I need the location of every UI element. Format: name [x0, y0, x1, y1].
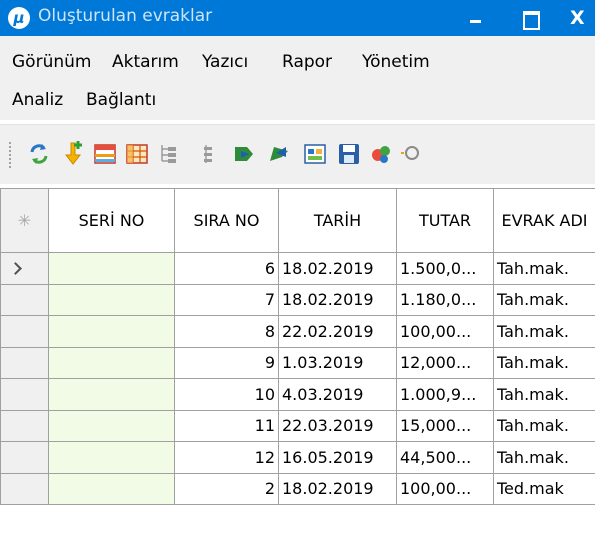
cell-sira-no[interactable]: 7 — [174, 283, 279, 316]
column-header-evrak-adi[interactable]: EVRAK ADI — [493, 188, 595, 253]
cell-seri-no[interactable] — [48, 315, 175, 348]
refresh-icon[interactable] — [26, 141, 52, 167]
cell-sira-no[interactable]: 12 — [174, 441, 279, 474]
column-header-tutar[interactable]: TUTAR — [396, 188, 494, 253]
menu-bar: Görünüm Aktarım Yazıcı Rapor Yönetim Ana… — [0, 36, 595, 120]
table-row[interactable]: 9 1.03.2019 12,000... Tah.mak. — [0, 346, 595, 379]
cell-evrak-adi[interactable]: Tah.mak. — [493, 315, 595, 348]
cell-tarih[interactable]: 1.03.2019 — [278, 346, 397, 379]
cell-tarih[interactable]: 22.02.2019 — [278, 315, 397, 348]
report-icon[interactable] — [302, 141, 328, 167]
cell-tarih[interactable]: 18.02.2019 — [278, 472, 397, 505]
row-selector-current[interactable] — [0, 252, 49, 285]
cell-tutar[interactable]: 1.180,0... — [396, 283, 494, 316]
cell-tarih[interactable]: 22.03.2019 — [278, 409, 397, 442]
row-selector[interactable] — [0, 283, 49, 316]
table-header-row: ✳ SERİ NO SIRA NO TARİH TUTAR EVRAK ADI — [0, 188, 595, 253]
cell-seri-no[interactable] — [48, 346, 175, 379]
cell-tutar[interactable]: 1.500,0... — [396, 252, 494, 285]
search-icon[interactable] — [398, 141, 424, 167]
row-selector[interactable] — [0, 378, 49, 411]
grid-view-icon[interactable] — [124, 141, 150, 167]
cell-seri-no[interactable] — [48, 409, 175, 442]
cell-seri-no[interactable] — [48, 252, 175, 285]
cell-evrak-adi[interactable]: Tah.mak. — [493, 441, 595, 474]
row-selector[interactable] — [0, 315, 49, 348]
cell-tutar[interactable]: 100,00... — [396, 472, 494, 505]
toolbar — [0, 124, 595, 184]
cell-tutar[interactable]: 44,500... — [396, 441, 494, 474]
tree-collapse-icon[interactable] — [196, 141, 222, 167]
row-selector[interactable] — [0, 472, 49, 505]
table-view-icon[interactable] — [92, 141, 118, 167]
settings-icon[interactable] — [368, 141, 394, 167]
cell-tutar[interactable]: 15,000... — [396, 409, 494, 442]
menu-yazici[interactable]: Yazıcı — [202, 47, 248, 77]
cell-seri-no[interactable] — [48, 441, 175, 474]
add-record-icon[interactable] — [60, 141, 86, 167]
menu-aktarim[interactable]: Aktarım — [112, 47, 179, 77]
minimize-button[interactable] — [458, 0, 494, 36]
table-row[interactable]: 12 16.05.2019 44,500... Tah.mak. — [0, 441, 595, 474]
toolbar-grip-icon[interactable] — [8, 141, 12, 169]
row-selector[interactable] — [0, 409, 49, 442]
menu-analiz[interactable]: Analiz — [12, 85, 63, 115]
tree-expand-icon[interactable] — [156, 141, 182, 167]
cell-sira-no[interactable]: 10 — [174, 378, 279, 411]
column-header-seri-no[interactable]: SERİ NO — [48, 188, 175, 253]
cell-tarih[interactable]: 4.03.2019 — [278, 378, 397, 411]
cell-evrak-adi[interactable]: Tah.mak. — [493, 378, 595, 411]
cell-tutar[interactable]: 12,000... — [396, 346, 494, 379]
row-selector[interactable] — [0, 346, 49, 379]
cell-evrak-adi[interactable]: Tah.mak. — [493, 346, 595, 379]
table-row[interactable]: 6 18.02.2019 1.500,0... Tah.mak. — [0, 252, 595, 285]
cell-tutar[interactable]: 100,00... — [396, 315, 494, 348]
cell-evrak-adi[interactable]: Tah.mak. — [493, 252, 595, 285]
cell-evrak-adi[interactable]: Ted.mak — [493, 472, 595, 505]
title-bar[interactable]: μ Oluşturulan evraklar X — [0, 0, 595, 36]
maximize-button[interactable] — [512, 0, 548, 36]
cell-evrak-adi[interactable]: Tah.mak. — [493, 283, 595, 316]
table-row[interactable]: 11 22.03.2019 15,000... Tah.mak. — [0, 409, 595, 442]
cell-tarih[interactable]: 18.02.2019 — [278, 252, 397, 285]
cell-evrak-adi[interactable]: Tah.mak. — [493, 409, 595, 442]
table-row[interactable]: 8 22.02.2019 100,00... Tah.mak. — [0, 315, 595, 348]
cell-sira-no[interactable]: 8 — [174, 315, 279, 348]
cell-tutar[interactable]: 1.000,9... — [396, 378, 494, 411]
save-icon[interactable] — [336, 141, 362, 167]
cell-sira-no[interactable]: 9 — [174, 346, 279, 379]
table-row[interactable]: 10 4.03.2019 1.000,9... Tah.mak. — [0, 378, 595, 411]
cell-tarih[interactable]: 16.05.2019 — [278, 441, 397, 474]
cell-seri-no[interactable] — [48, 283, 175, 316]
table-row[interactable]: 7 18.02.2019 1.180,0... Tah.mak. — [0, 283, 595, 316]
menu-yonetim[interactable]: Yönetim — [362, 47, 430, 77]
cell-sira-no[interactable]: 2 — [174, 472, 279, 505]
menu-gorunum[interactable]: Görünüm — [12, 47, 91, 77]
select-all-header[interactable]: ✳ — [0, 188, 49, 253]
import-icon[interactable] — [266, 141, 292, 167]
app-logo-icon[interactable]: μ — [8, 7, 30, 29]
menu-rapor[interactable]: Rapor — [282, 47, 332, 77]
cell-sira-no[interactable]: 6 — [174, 252, 279, 285]
documents-grid[interactable]: ✳ SERİ NO SIRA NO TARİH TUTAR EVRAK ADI … — [0, 188, 595, 548]
export-icon[interactable] — [232, 141, 258, 167]
close-button[interactable]: X — [560, 0, 595, 36]
cell-sira-no[interactable]: 11 — [174, 409, 279, 442]
menu-baglanti[interactable]: Bağlantı — [86, 85, 156, 115]
column-header-tarih[interactable]: TARİH — [278, 188, 397, 253]
cell-seri-no[interactable] — [48, 472, 175, 505]
cell-seri-no[interactable] — [48, 378, 175, 411]
table-row[interactable]: 2 18.02.2019 100,00... Ted.mak — [0, 472, 595, 505]
documents-table: ✳ SERİ NO SIRA NO TARİH TUTAR EVRAK ADI … — [0, 188, 595, 505]
column-header-sira-no[interactable]: SIRA NO — [174, 188, 279, 253]
cell-tarih[interactable]: 18.02.2019 — [278, 283, 397, 316]
row-selector[interactable] — [0, 441, 49, 474]
window-title: Oluşturulan evraklar — [38, 6, 213, 26]
